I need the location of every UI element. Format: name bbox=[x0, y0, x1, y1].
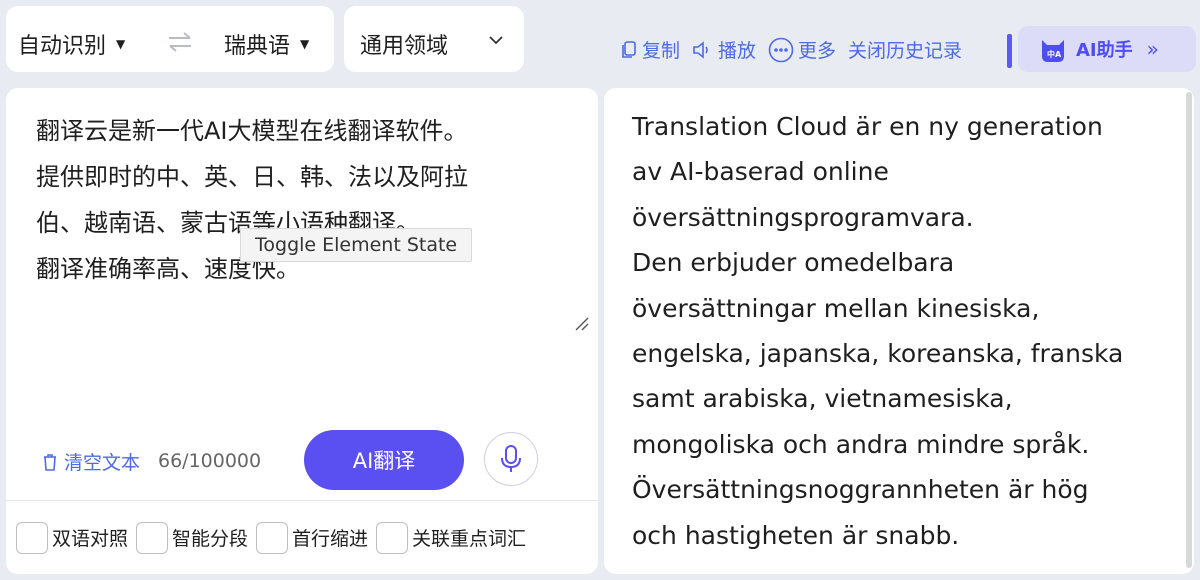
translation-output: Translation Cloud är en ny generation av… bbox=[632, 112, 1124, 550]
swap-languages-icon[interactable] bbox=[166, 30, 194, 54]
caret-down-icon: ▼ bbox=[300, 37, 310, 51]
option-label: 双语对照 bbox=[52, 528, 129, 550]
target-language-label: 瑞典语 bbox=[224, 34, 291, 59]
checkbox[interactable] bbox=[16, 521, 48, 554]
copy-button[interactable]: 复制 bbox=[620, 36, 680, 63]
voice-input-button[interactable] bbox=[484, 432, 538, 486]
checkbox[interactable] bbox=[136, 521, 169, 554]
microphone-icon bbox=[501, 445, 521, 472]
close-history-label: 关闭历史记录 bbox=[848, 40, 963, 62]
tooltip: Toggle Element State bbox=[240, 228, 473, 262]
domain-dropdown[interactable]: 通用领域 bbox=[344, 6, 524, 72]
target-panel: Translation Cloud är en ny generation av… bbox=[604, 88, 1194, 574]
ai-translate-button[interactable]: AI翻译 bbox=[304, 430, 464, 490]
option-smart-paragraph[interactable]: 智能分段 bbox=[136, 521, 249, 554]
play-label: 播放 bbox=[718, 40, 757, 62]
output-actions: 复制 播放 更多 关闭历史记录 bbox=[620, 36, 974, 63]
chevron-down-icon bbox=[489, 36, 503, 45]
option-label: 智能分段 bbox=[172, 528, 249, 550]
double-chevron-right-icon: » bbox=[1146, 37, 1159, 61]
speaker-icon bbox=[693, 40, 708, 59]
svg-text:中A: 中A bbox=[1047, 49, 1062, 59]
ai-helper-button[interactable]: 中A AI助手 » bbox=[1018, 26, 1196, 72]
language-selector: 自动识别 ▼ 瑞典语 ▼ bbox=[6, 6, 334, 72]
checkbox[interactable] bbox=[256, 521, 289, 554]
translation-options: 双语对照 智能分段 首行缩进 关联重点词汇 bbox=[6, 500, 598, 574]
more-icon bbox=[768, 37, 794, 62]
domain-label: 通用领域 bbox=[360, 34, 449, 59]
ai-helper-label: AI助手 bbox=[1076, 40, 1133, 61]
copy-icon bbox=[622, 40, 636, 58]
clear-text-label: 清空文本 bbox=[64, 452, 141, 474]
caret-down-icon: ▼ bbox=[116, 37, 126, 51]
more-label: 更多 bbox=[798, 40, 837, 62]
close-history-button[interactable]: 关闭历史记录 bbox=[848, 36, 962, 63]
scrollbar[interactable] bbox=[1186, 92, 1192, 568]
divider bbox=[1007, 34, 1012, 68]
option-bilingual[interactable]: 双语对照 bbox=[16, 521, 129, 554]
character-count: 66/100000 bbox=[158, 450, 262, 472]
ai-cat-icon: 中A bbox=[1042, 40, 1064, 62]
option-label: 首行缩进 bbox=[292, 528, 369, 550]
option-label: 关联重点词汇 bbox=[412, 528, 527, 550]
source-panel: 翻译云是新一代AI大模型在线翻译软件。 提供即时的中、英、日、韩、法以及阿拉 伯… bbox=[6, 88, 598, 574]
source-language-dropdown[interactable]: 自动识别 ▼ bbox=[18, 28, 125, 60]
copy-label: 复制 bbox=[642, 40, 681, 62]
source-language-label: 自动识别 bbox=[18, 34, 107, 59]
more-button[interactable]: 更多 bbox=[768, 36, 836, 63]
resize-handle-icon[interactable] bbox=[574, 316, 590, 332]
checkbox[interactable] bbox=[376, 521, 409, 554]
option-key-vocabulary[interactable]: 关联重点词汇 bbox=[376, 521, 527, 554]
source-textarea[interactable]: 翻译云是新一代AI大模型在线翻译软件。 提供即时的中、英、日、韩、法以及阿拉 伯… bbox=[36, 108, 566, 292]
option-first-line-indent[interactable]: 首行缩进 bbox=[256, 521, 369, 554]
target-language-dropdown[interactable]: 瑞典语 ▼ bbox=[224, 28, 309, 60]
trash-icon bbox=[44, 453, 56, 471]
play-button[interactable]: 播放 bbox=[692, 36, 756, 63]
clear-text-button[interactable]: 清空文本 bbox=[40, 448, 140, 475]
top-toolbar: 自动识别 ▼ 瑞典语 ▼ 通用领域 复制 播放 更多 关闭历史记录 中A AI助… bbox=[0, 0, 1200, 84]
